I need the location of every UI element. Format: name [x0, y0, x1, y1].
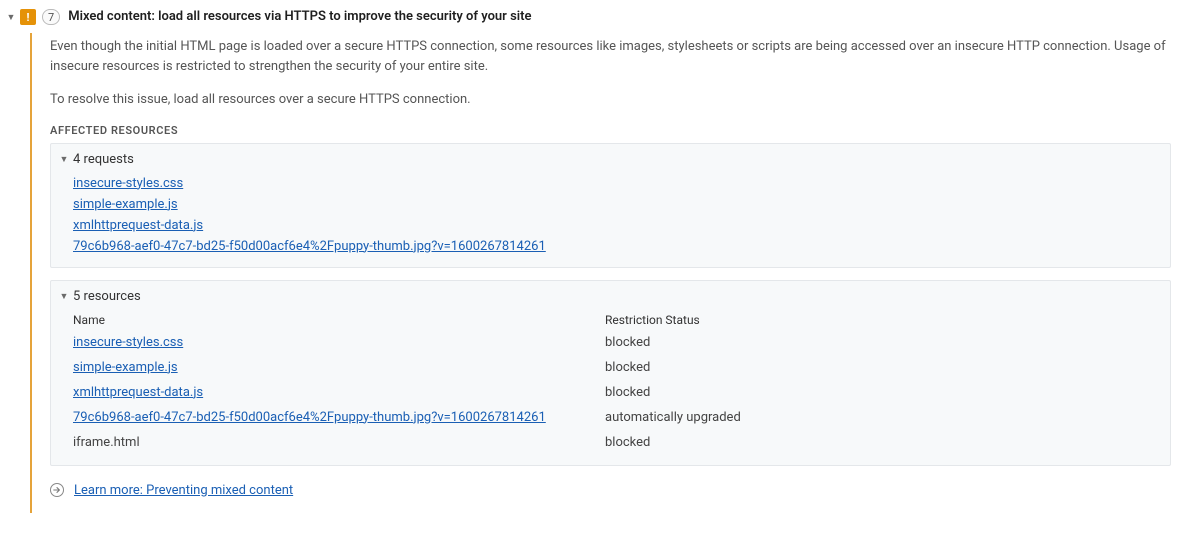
resource-link[interactable]: 79c6b968-aef0-47c7-bd25-f50d00acf6e4%2Fp… — [73, 407, 546, 428]
request-link[interactable]: xmlhttprequest-data.js — [73, 215, 203, 236]
issue-header-row: ▼ ! 7 Mixed content: load all resources … — [0, 0, 1181, 33]
resource-name: iframe.html — [73, 432, 140, 453]
resources-group: ▼ 5 resources Name Restriction Status in… — [50, 280, 1171, 466]
chevron-down-icon[interactable]: ▼ — [6, 12, 16, 22]
learn-more-row: Learn more: Preventing mixed content — [50, 480, 1171, 501]
warning-icon: ! — [20, 9, 36, 25]
col-status: Restriction Status — [605, 313, 1162, 327]
resource-status: blocked — [605, 435, 1162, 450]
chevron-down-icon[interactable]: ▼ — [59, 291, 69, 301]
resource-link[interactable]: insecure-styles.css — [73, 332, 183, 353]
col-name: Name — [73, 313, 605, 327]
arrow-circle-icon — [50, 483, 64, 497]
resource-status: automatically upgraded — [605, 410, 1162, 425]
chevron-down-icon[interactable]: ▼ — [59, 154, 69, 164]
resources-group-header[interactable]: ▼ 5 resources — [59, 287, 1162, 310]
table-row: xmlhttprequest-data.js blocked — [73, 380, 1162, 405]
learn-more-link[interactable]: Learn more: Preventing mixed content — [74, 480, 293, 501]
request-link[interactable]: simple-example.js — [73, 194, 178, 215]
issue-description-2: To resolve this issue, load all resource… — [50, 90, 1170, 110]
requests-list: insecure-styles.css simple-example.js xm… — [59, 173, 1162, 257]
resources-table-head: Name Restriction Status — [73, 310, 1162, 330]
requests-group-header[interactable]: ▼ 4 requests — [59, 150, 1162, 173]
table-row: simple-example.js blocked — [73, 355, 1162, 380]
issue-details: Even though the initial HTML page is loa… — [30, 33, 1181, 513]
table-row: 79c6b968-aef0-47c7-bd25-f50d00acf6e4%2Fp… — [73, 405, 1162, 430]
resource-status: blocked — [605, 335, 1162, 350]
resources-count-label: 5 resources — [73, 289, 141, 304]
table-row: insecure-styles.css blocked — [73, 330, 1162, 355]
resources-table: Name Restriction Status insecure-styles.… — [59, 310, 1162, 455]
resource-link[interactable]: xmlhttprequest-data.js — [73, 382, 203, 403]
request-link[interactable]: 79c6b968-aef0-47c7-bd25-f50d00acf6e4%2Fp… — [73, 236, 546, 257]
affected-resources-label: AFFECTED RESOURCES — [50, 124, 1171, 137]
issue-count-badge: 7 — [42, 9, 60, 25]
issue-title: Mixed content: load all resources via HT… — [68, 9, 531, 24]
resource-link[interactable]: simple-example.js — [73, 357, 178, 378]
resource-status: blocked — [605, 360, 1162, 375]
requests-count-label: 4 requests — [73, 152, 134, 167]
request-link[interactable]: insecure-styles.css — [73, 173, 183, 194]
resource-status: blocked — [605, 385, 1162, 400]
issue-description-1: Even though the initial HTML page is loa… — [50, 37, 1170, 76]
table-row: iframe.html blocked — [73, 430, 1162, 455]
requests-group: ▼ 4 requests insecure-styles.css simple-… — [50, 143, 1171, 268]
